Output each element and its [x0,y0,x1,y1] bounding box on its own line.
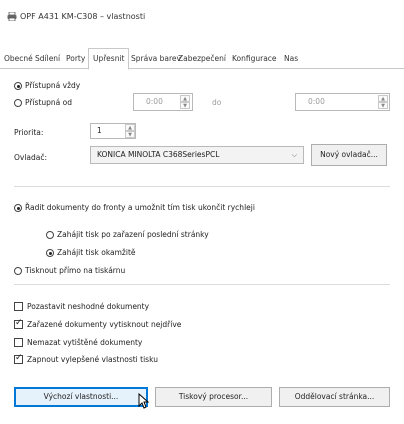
tab-advanced[interactable]: Upřesnit [88,48,130,70]
advanced-features-label: Zapnout vylepšené vlastnosti tisku [27,355,158,364]
divider [14,186,390,187]
always-available-radio[interactable] [14,82,22,90]
print-direct-label: Tisknout přímo na tiskárnu [25,266,126,275]
advanced-features-checkbox[interactable] [14,353,23,364]
tab-security[interactable]: Zabezpečení [178,52,226,66]
start-after-last-page-radio[interactable] [46,231,54,239]
hold-mismatched-checkbox[interactable] [14,302,23,311]
spool-label: Řadit dokumenty do fronty a umožnit tím … [25,203,255,212]
chevron-down-icon: ⌵ [291,151,297,159]
tab-configuration[interactable]: Konfigurace [232,52,277,66]
start-immediately-label: Zahájit tisk okamžitě [57,248,136,257]
new-driver-button[interactable]: Nový ovladač... [311,144,387,166]
driver-select[interactable]: KONICA MINOLTA C368SeriesPCL ⌵ [90,146,304,164]
mouse-cursor-icon [138,393,150,409]
print-spooled-first-checkbox[interactable] [14,318,23,329]
spool-radio[interactable] [14,204,22,212]
driver-select-value: KONICA MINOLTA C368SeriesPCL [97,150,220,159]
priority-down[interactable]: ▼ [125,131,135,138]
divider [14,284,390,285]
driver-label: Ovladač: [14,153,48,162]
keep-printed-label: Nemazat vytištěné dokumenty [27,338,143,347]
start-after-last-page-label: Zahájit tisk po zařazení poslední stránk… [57,230,209,239]
from-time-down[interactable]: ▼ [180,102,190,109]
priority-up[interactable]: ▲ [125,124,135,131]
always-available-label: Přístupná vždy [25,81,81,90]
title-bar: OPF A431 KM-C308 – vlastnosti [0,0,404,32]
printer-icon [7,12,17,21]
to-time-input[interactable]: 0:00 [295,93,390,111]
print-direct-radio[interactable] [14,267,22,275]
start-immediately-radio[interactable] [46,249,54,257]
window-title: OPF A431 KM-C308 – vlastnosti [20,12,146,21]
printing-defaults-button[interactable]: Výchozí vlastnosti... [14,387,148,407]
print-processor-button[interactable]: Tiskový procesor... [155,387,272,407]
separator-page-button[interactable]: Oddělovací stránka... [279,387,390,407]
tab-sharing[interactable]: Sdílení [35,52,60,66]
available-from-label: Přístupná od [25,98,73,107]
to-label: do [212,98,222,107]
tab-ports[interactable]: Porty [66,52,85,66]
to-time-down[interactable]: ▼ [378,102,388,109]
priority-label: Priorita: [14,128,44,137]
hold-mismatched-label: Pozastavit neshodné dokumenty [27,302,150,311]
available-from-radio[interactable] [14,99,22,107]
print-spooled-first-label: Zařazené dokumenty vytisknout nejdříve [27,320,182,329]
keep-printed-checkbox[interactable] [14,338,23,347]
tab-general[interactable]: Obecné [4,52,33,66]
tab-more[interactable]: Nas [284,52,298,66]
tab-color-management[interactable]: Správa barev [131,52,181,66]
to-time-up[interactable]: ▲ [378,95,388,102]
from-time-up[interactable]: ▲ [180,95,190,102]
